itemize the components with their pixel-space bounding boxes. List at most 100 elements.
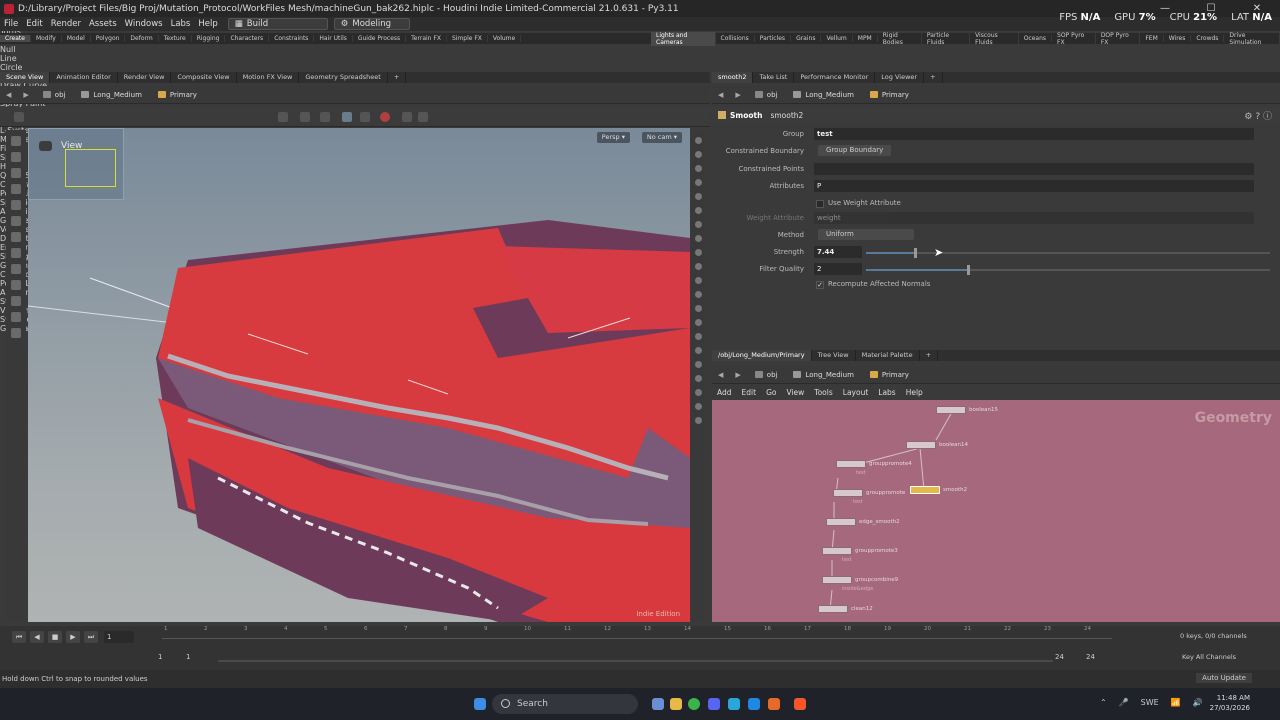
shelf-tab-guide-process[interactable]: Guide Process (353, 35, 407, 42)
display-option-icon[interactable] (694, 179, 702, 186)
display-option-icon[interactable] (694, 137, 702, 144)
method-dropdown[interactable]: Uniform (818, 229, 914, 240)
path-geo[interactable]: Long_Medium (785, 91, 861, 99)
display-option-icon[interactable] (694, 291, 702, 298)
orbit-icon[interactable] (11, 296, 21, 306)
shelf-tab-vellum[interactable]: Vellum (821, 35, 853, 42)
filter-quality-field[interactable]: 2 (814, 263, 862, 275)
tab-network-path[interactable]: /obj/Long_Medium/Primary (712, 350, 812, 361)
net-menu-add[interactable]: Add (712, 388, 737, 397)
tab-scene-view[interactable]: Scene View (0, 72, 51, 83)
shelf-tab-simple-fx[interactable]: Simple FX (447, 35, 488, 42)
shelf-tab-terrain-fx[interactable]: Terrain FX (406, 35, 447, 42)
tab-tree-view[interactable]: Tree View (812, 350, 856, 361)
back-arrow-icon[interactable]: ◀ (712, 91, 729, 99)
tab-composite-view[interactable]: Composite View (171, 72, 237, 83)
lasso-icon[interactable] (11, 152, 21, 162)
camera-menu[interactable]: No cam ▾ (641, 132, 682, 143)
volume-icon[interactable]: 🔊 (1193, 698, 1203, 707)
language-indicator[interactable]: SWE (1141, 698, 1159, 707)
menu-file[interactable]: File (0, 19, 22, 29)
view-tool-icon[interactable] (11, 248, 21, 258)
key-all-channels-button[interactable]: Key All Channels (1182, 653, 1236, 661)
start-frame-field-2[interactable]: 1 (158, 653, 162, 661)
paint-icon[interactable] (11, 168, 21, 178)
stop-button[interactable]: ■ (48, 631, 62, 643)
display-option-icon[interactable] (694, 235, 702, 242)
tab-performance-monitor[interactable]: Performance Monitor (794, 72, 876, 83)
constrained-boundary-dropdown[interactable]: Group Boundary (818, 145, 892, 156)
current-frame-field[interactable]: 1 (104, 631, 134, 643)
shelf-tab-oceans[interactable]: Oceans (1019, 35, 1053, 42)
node-grouppromote3[interactable]: grouppromote3 test (822, 547, 898, 563)
path-sub[interactable]: Primary (862, 371, 917, 379)
steam-icon[interactable] (748, 698, 760, 710)
forward-arrow-icon[interactable]: ▶ (729, 371, 746, 379)
node-smooth2[interactable]: smooth2 (910, 486, 967, 494)
node-boolean15[interactable]: boolean15 (936, 406, 998, 414)
play-button[interactable]: ▶ (66, 631, 80, 643)
strength-slider[interactable] (866, 248, 1270, 258)
auto-update-button[interactable]: Auto Update (1196, 673, 1252, 683)
shelf-tab-wires[interactable]: Wires (1164, 35, 1192, 42)
path-obj[interactable]: obj (747, 91, 786, 99)
net-menu-edit[interactable]: Edit (737, 388, 762, 397)
display-option-icon[interactable] (694, 193, 702, 200)
shelf-tab-texture[interactable]: Texture (159, 35, 192, 42)
persp-menu[interactable]: Persp ▾ (596, 132, 630, 143)
net-menu-view[interactable]: View (781, 388, 809, 397)
shelf-tab-particle-fluids[interactable]: Particle Fluids (922, 31, 971, 46)
slider-handle[interactable] (967, 265, 970, 275)
shelf-tab-fem[interactable]: FEM (1140, 35, 1164, 42)
shelf-tab-create[interactable]: Create (0, 35, 31, 42)
transform-icon[interactable] (11, 232, 21, 242)
shelf-tab-sop-pyro-fx[interactable]: SOP Pyro FX (1052, 31, 1096, 46)
spotify-icon[interactable] (688, 698, 700, 710)
handle-icon[interactable] (11, 216, 21, 226)
forward-arrow-icon[interactable]: ▶ (17, 91, 34, 99)
tab-motion-fx-view[interactable]: Motion FX View (237, 72, 300, 83)
node-boolean14[interactable]: boolean14 (906, 441, 968, 449)
menu-help[interactable]: Help (194, 19, 221, 29)
start-icon[interactable] (474, 698, 486, 710)
lock-icon[interactable] (11, 200, 21, 210)
rotate-tool-icon[interactable] (320, 112, 330, 122)
tab-animation-editor[interactable]: Animation Editor (50, 72, 118, 83)
camera-icon[interactable] (402, 112, 412, 122)
microphone-icon[interactable]: 🎤 (1119, 698, 1129, 707)
shelf-tab-drive-simulation[interactable]: Drive Simulation (1224, 31, 1280, 46)
tab-material-palette[interactable]: Material Palette (856, 350, 920, 361)
start-frame-field[interactable]: 1 (186, 653, 190, 661)
display-option-icon[interactable] (694, 417, 702, 424)
recompute-normals-checkbox[interactable]: ✓ (816, 281, 824, 289)
tab-log-viewer[interactable]: Log Viewer (875, 72, 925, 83)
menu-windows[interactable]: Windows (121, 19, 167, 29)
display-option-icon[interactable] (694, 263, 702, 270)
first-frame-button[interactable]: ⏮ (12, 631, 26, 643)
display-option-icon[interactable] (694, 361, 702, 368)
tab-take-list[interactable]: Take List (753, 72, 795, 83)
display-option-icon[interactable] (694, 151, 702, 158)
select-tool-icon[interactable] (278, 112, 288, 122)
discord-icon[interactable] (708, 698, 720, 710)
select-icon[interactable] (11, 136, 21, 146)
shelf-tab-particles[interactable]: Particles (755, 35, 792, 42)
display-option-icon[interactable] (694, 375, 702, 382)
lock-icon[interactable] (694, 165, 702, 172)
path-sub[interactable]: Primary (150, 91, 205, 99)
move-tool-icon[interactable] (300, 112, 310, 122)
magnet-icon[interactable] (11, 264, 21, 274)
net-menu-layout[interactable]: Layout (838, 388, 874, 397)
tool-line[interactable]: Line (0, 54, 645, 63)
shelf-tab-rigging[interactable]: Rigging (192, 35, 226, 42)
node-grouppromote[interactable]: grouppromote test (833, 489, 905, 505)
shelf-tab-modify[interactable]: Modify (31, 35, 62, 42)
display-option-icon[interactable] (694, 207, 702, 214)
pose-icon[interactable] (11, 184, 21, 194)
record-icon[interactable] (380, 112, 390, 122)
frame-range-slider[interactable] (218, 660, 1053, 662)
scene-viewport[interactable]: View Persp ▾ No cam ▾ Indie Edition (28, 128, 690, 622)
display-option-icon[interactable] (694, 319, 702, 326)
display-option-icon[interactable] (694, 347, 702, 354)
last-frame-button[interactable]: ⏭ (84, 631, 98, 643)
